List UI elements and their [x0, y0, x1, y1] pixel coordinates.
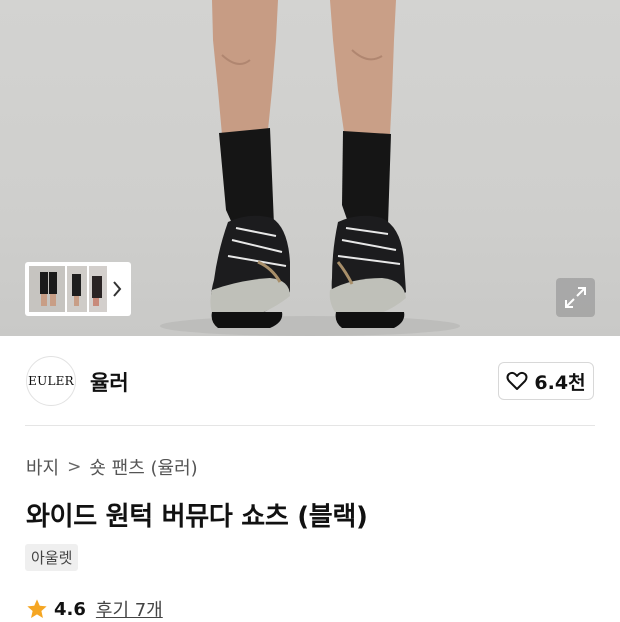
outlet-tag: 아울렛 [25, 544, 79, 571]
reviews-link[interactable]: 후기 7개 [96, 596, 163, 622]
star-icon [27, 599, 47, 618]
chevron-right-icon: > [67, 457, 82, 477]
brand-row: EULER 율러 6.4천 [0, 336, 620, 426]
brand-logo-text: EULER [28, 374, 74, 388]
chevron-right-icon[interactable] [111, 279, 123, 299]
thumbnail-images[interactable] [29, 266, 109, 312]
product-image-viewer[interactable] [0, 0, 620, 336]
breadcrumb: 바지 > 숏 팬츠 (율러) [26, 454, 198, 480]
rating-score: 4.6 [54, 598, 86, 620]
like-button[interactable]: 6.4천 [498, 362, 594, 400]
brand-name[interactable]: 율러 [90, 367, 129, 397]
brand-logo[interactable]: EULER [26, 356, 76, 406]
rating-summary: 4.6 후기 7개 [26, 596, 163, 622]
breadcrumb-category[interactable]: 바지 [26, 454, 59, 480]
expand-icon [565, 287, 586, 308]
thumbnail-strip[interactable] [25, 262, 131, 316]
product-title: 와이드 원턱 버뮤다 쇼츠 (블랙) [26, 502, 368, 532]
divider [25, 425, 595, 426]
like-count: 6.4천 [534, 371, 586, 394]
breadcrumb-subcategory[interactable]: 숏 팬츠 (율러) [89, 454, 197, 480]
expand-image-button[interactable] [556, 278, 595, 317]
heart-icon [506, 371, 528, 390]
